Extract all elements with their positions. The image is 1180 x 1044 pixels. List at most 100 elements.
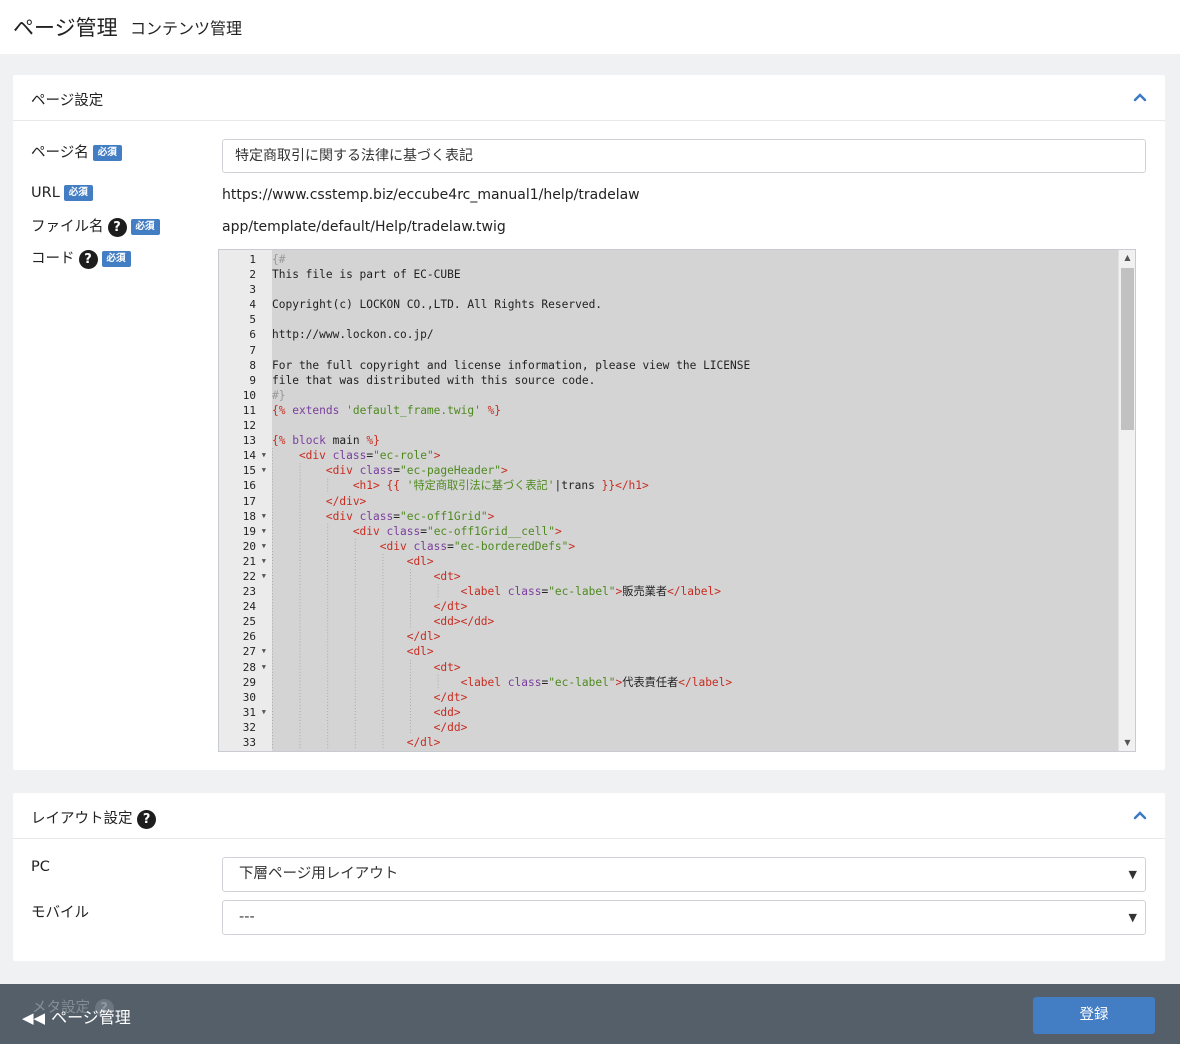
code-line: <h1> {{ '特定商取引法に基づく表記'|trans }}</h1> (272, 478, 1118, 493)
line-number: 8 (249, 358, 256, 372)
code-token: = (447, 539, 454, 553)
page-settings-card: ページ設定 ページ名 必須 特定商取引に関する法律に基づく表記 URL 必須 htt… (13, 75, 1165, 770)
code-token: > (501, 464, 508, 478)
code-token: <div (272, 539, 414, 553)
register-button[interactable]: 登録 (1033, 997, 1155, 1034)
code-token: class (359, 464, 394, 478)
mobile-label: モバイル (31, 905, 89, 921)
code-token: %} (366, 434, 380, 448)
code-line: #} (272, 388, 1118, 403)
chevron-up-icon[interactable] (1133, 808, 1147, 822)
help-icon[interactable]: ? (137, 809, 157, 829)
layout-settings-card: レイアウト設定 ? PC 下層ページ用レイアウト ▼ モバイル --- ▼ (13, 793, 1165, 961)
pc-layout-select[interactable]: 下層ページ用レイアウト ▼ (222, 857, 1146, 892)
line-number: 18 ▼ (242, 509, 266, 524)
footer-action-bar: メタ設定 ? ◀◀ ページ管理 登録 (0, 984, 1180, 1044)
code-line: </div> (272, 494, 1118, 509)
code-token: <label (272, 585, 508, 599)
page-name-input[interactable]: 特定商取引に関する法律に基づく表記 (222, 139, 1146, 173)
line-number: 16 (242, 479, 256, 493)
double-back-icon: ◀◀ (22, 1009, 46, 1027)
code-text-area[interactable]: {# This file is part of EC-CUBE Copyright(… (272, 250, 1118, 751)
code-token: </label> (678, 675, 733, 689)
code-token: block (292, 434, 333, 448)
code-token: '特定商取引法に基づく表記' (406, 479, 555, 493)
code-token: |trans (554, 479, 602, 493)
fold-arrow-icon[interactable]: ▼ (262, 539, 266, 554)
line-number: 1 (249, 253, 256, 266)
code-token: <div (272, 464, 360, 478)
page-name-label: ページ名 必須 (31, 141, 122, 162)
code-line: <dl> (272, 644, 1118, 659)
line-number: 19 ▼ (242, 524, 266, 539)
required-badge: 必須 (92, 145, 122, 161)
code-line: {% block main %} (272, 433, 1118, 448)
layout-settings-header[interactable]: レイアウト設定 ? (13, 793, 1165, 839)
code-token: {% (272, 403, 293, 417)
code-token: class (507, 675, 542, 689)
scroll-thumb[interactable] (1121, 268, 1134, 430)
fold-arrow-icon[interactable]: ▼ (262, 569, 266, 584)
page-settings-header[interactable]: ページ設定 (13, 75, 1165, 121)
line-number: 10 (242, 388, 256, 402)
code-line: <dl> (272, 554, 1118, 569)
scroll-down-icon[interactable]: ▼ (1119, 735, 1135, 751)
fold-arrow-icon[interactable]: ▼ (262, 524, 266, 539)
fold-arrow-icon[interactable]: ▼ (262, 660, 266, 675)
dropdown-arrow-icon: ▼ (1128, 911, 1137, 924)
code-token: http://www.lockon.co.jp/ (272, 328, 434, 342)
line-number: 24 (242, 600, 256, 614)
code-line: <dd> (272, 705, 1118, 720)
fold-arrow-icon[interactable]: ▼ (262, 554, 266, 569)
line-number: 31 ▼ (242, 705, 266, 720)
code-token: > (554, 524, 562, 538)
page-header: ページ管理 コンテンツ管理 (0, 0, 1180, 54)
help-icon[interactable]: ? (78, 249, 98, 269)
code-token: <div (272, 509, 360, 523)
required-badge: 必須 (101, 251, 131, 267)
code-token: }}</h1> (601, 479, 649, 493)
line-number: 3 (249, 283, 256, 297)
page-subtitle: コンテンツ管理 (130, 19, 243, 38)
code-token: %} (480, 403, 502, 417)
code-line: <dt> (272, 660, 1118, 675)
pc-label: PC (31, 859, 50, 875)
code-token: 販売業者 (622, 585, 668, 599)
code-token: </dl> (272, 630, 441, 644)
code-token: > (487, 509, 495, 523)
editor-scrollbar[interactable]: ▲ ▼ (1118, 250, 1135, 751)
code-line: <div class="ec-off1Grid__cell"> (272, 524, 1118, 539)
code-line: </dl> (272, 629, 1118, 644)
code-token: <dl> (272, 645, 434, 659)
line-number: 9 (249, 373, 256, 387)
dropdown-arrow-icon: ▼ (1128, 868, 1137, 881)
code-token: = (420, 524, 427, 538)
fold-arrow-icon[interactable]: ▼ (262, 448, 266, 463)
chevron-up-icon[interactable] (1133, 90, 1147, 104)
code-editor[interactable]: 1 2 3 4 5 6 7 8 9 10 11 12 13 14 ▼ 15 ▼ 16 17 18 ▼ 19 ▼ 20 ▼ 21 ▼ 2… (218, 249, 1136, 752)
code-line: {# (272, 252, 1118, 267)
fold-arrow-icon[interactable]: ▼ (262, 644, 266, 659)
line-number: 17 (242, 494, 256, 508)
code-token: "ec-pageHeader" (400, 464, 502, 478)
mobile-layout-select[interactable]: --- ▼ (222, 900, 1146, 935)
required-badge: 必須 (63, 185, 93, 201)
code-line: </dl> (272, 735, 1118, 750)
code-token: For the full copyright and license infor… (272, 358, 751, 372)
code-line: file that was distributed with this sour… (272, 373, 1118, 388)
code-token: main (332, 434, 367, 448)
fold-arrow-icon[interactable]: ▼ (262, 705, 266, 720)
fold-arrow-icon[interactable]: ▼ (262, 509, 266, 524)
fold-arrow-icon[interactable]: ▼ (262, 463, 266, 478)
code-token: class (507, 585, 542, 599)
code-line: Copyright(c) LOCKON CO.,LTD. All Rights … (272, 297, 1118, 312)
code-line: This file is part of EC-CUBE (272, 267, 1118, 282)
scroll-up-icon[interactable]: ▲ (1119, 250, 1135, 266)
help-icon[interactable]: ? (107, 217, 127, 237)
back-to-page-list-link[interactable]: ◀◀ ページ管理 (22, 1004, 131, 1028)
code-token: {# (272, 253, 286, 266)
page-title: ページ管理 (13, 16, 118, 40)
code-token: </dd> (272, 720, 468, 734)
code-line: </dt> (272, 599, 1118, 614)
